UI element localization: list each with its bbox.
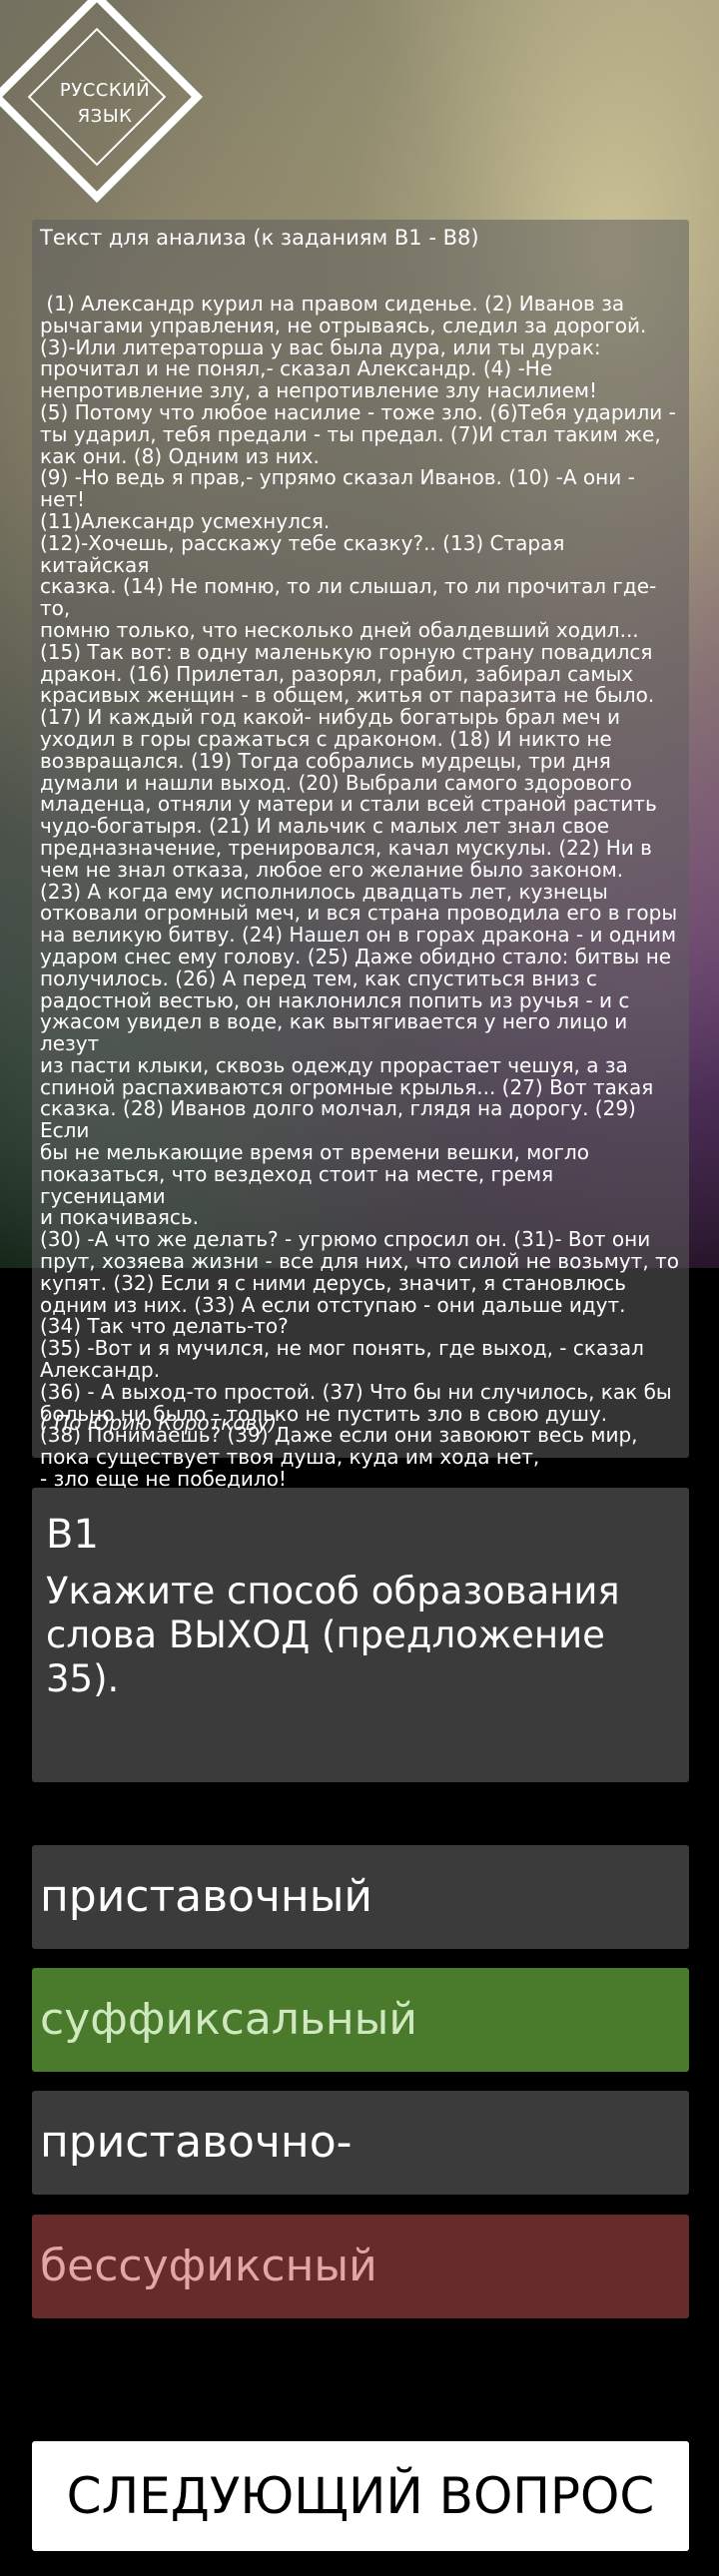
logo-line-2: ЯЗЫК — [77, 106, 133, 127]
analysis-text: (1) Александр курил на правом сиденье. (… — [40, 292, 679, 1492]
text-author: ( По Юрию Короткову) — [40, 1411, 278, 1435]
question-text: Укажите способ образования слова ВЫХОД (… — [46, 1570, 620, 1700]
logo-text: РУССКИЙ ЯЗЫК — [22, 78, 188, 130]
question-number: В1 — [46, 1512, 99, 1558]
question-card: В1 Укажите способ образования слова ВЫХО… — [32, 1488, 689, 1782]
next-question-button[interactable]: СЛЕДУЮЩИЙ ВОПРОС — [32, 2441, 689, 2551]
answer-option-1[interactable]: приставочный — [32, 1845, 689, 1949]
answer-option-4-wrong[interactable]: бессуфиксный — [32, 2215, 689, 2318]
text-panel-title: Текст для анализа (к заданиям В1 - В8) — [40, 226, 479, 250]
logo-line-1: РУССКИЙ — [59, 80, 151, 101]
answer-option-2-correct[interactable]: суффиксальный — [32, 1968, 689, 2072]
answer-option-3[interactable]: приставочно-суффиксальный — [32, 2091, 689, 2271]
